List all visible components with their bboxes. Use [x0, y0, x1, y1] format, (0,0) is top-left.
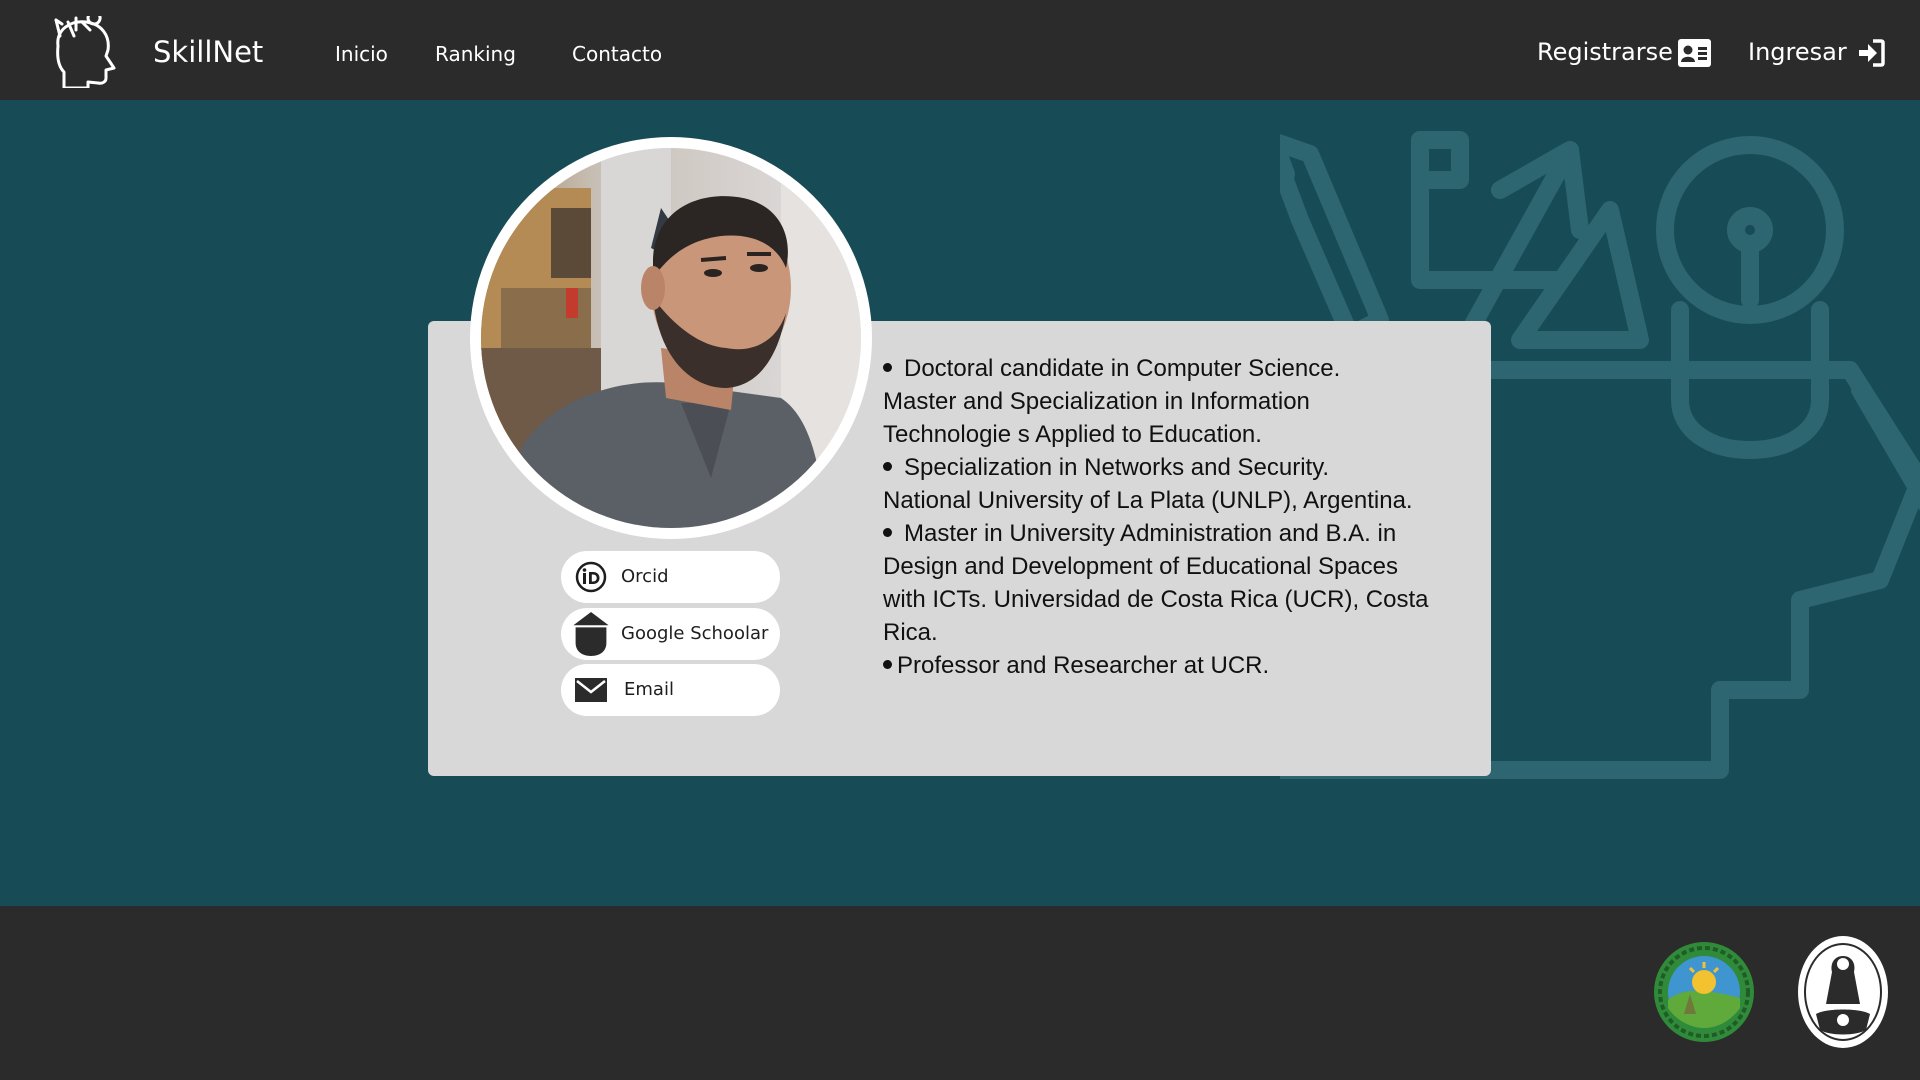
avatar-frame [470, 137, 872, 539]
google-scholar-label: Google Schoolar [621, 623, 769, 644]
bio-line: Technologie s Applied to Education. [883, 421, 1262, 448]
head-with-ideas-icon[interactable] [48, 16, 116, 88]
bio-line: National University of La Plata (UNLP), … [883, 487, 1413, 514]
brand-name[interactable]: SkillNet [153, 34, 263, 70]
bullet-icon [883, 528, 892, 538]
bio-item: Master in University Administration and … [883, 517, 1443, 550]
bio-line: Design and Development of Educational Sp… [883, 553, 1398, 580]
nav-link-ranking[interactable]: Ranking [435, 42, 516, 66]
bio-item: Professor and Researcher at UCR. [883, 649, 1443, 682]
nav-link-inicio[interactable]: Inicio [335, 42, 388, 66]
orcid-label: Orcid [621, 566, 669, 587]
graduation-cap-icon [573, 612, 609, 656]
bio-line: with ICTs. Universidad de Costa Rica (UC… [883, 586, 1429, 613]
envelope-icon [575, 678, 607, 702]
avatar [481, 148, 861, 528]
profile-section: Orcid Google Schoolar Email Doctoral can… [0, 100, 1920, 906]
google-scholar-button[interactable]: Google Schoolar [561, 608, 780, 660]
email-label: Email [624, 679, 674, 700]
orcid-button[interactable]: Orcid [561, 551, 780, 603]
bio-line: Master and Specialization in Information [883, 388, 1310, 415]
ucr-seal-icon[interactable] [1650, 938, 1758, 1046]
biography: Doctoral candidate in Computer Science. … [883, 352, 1443, 682]
orcid-icon [575, 561, 607, 593]
footer [0, 906, 1920, 1080]
bullet-icon [883, 363, 892, 373]
id-card-icon[interactable] [1678, 39, 1711, 67]
email-button[interactable]: Email [561, 664, 780, 716]
register-link[interactable]: Registrarse [1537, 36, 1673, 68]
sign-in-icon[interactable] [1857, 39, 1885, 67]
bullet-icon [883, 462, 892, 472]
bio-item: Doctoral candidate in Computer Science. [883, 352, 1443, 385]
login-link[interactable]: Ingresar [1748, 36, 1847, 68]
bio-item: Specialization in Networks and Security. [883, 451, 1443, 484]
top-navbar: SkillNet Inicio Ranking Contacto Registr… [0, 0, 1920, 100]
bullet-icon [883, 660, 892, 670]
bio-line: Rica. [883, 619, 938, 646]
unlp-seal-icon[interactable] [1796, 934, 1890, 1050]
nav-link-contacto[interactable]: Contacto [572, 42, 662, 66]
